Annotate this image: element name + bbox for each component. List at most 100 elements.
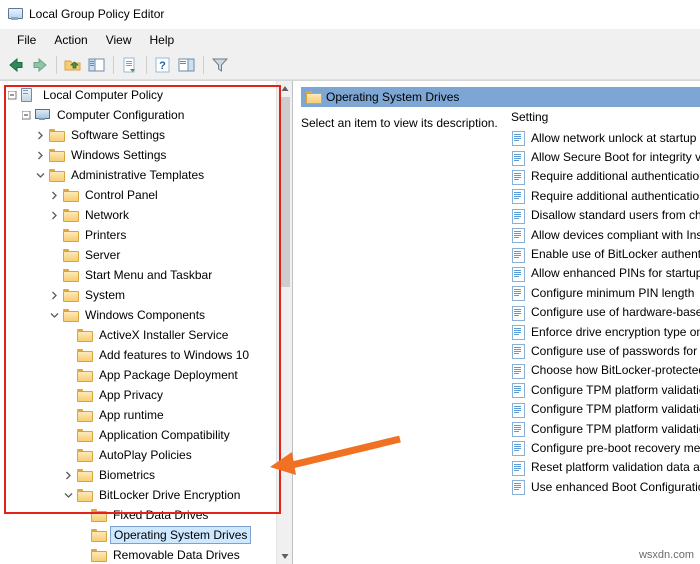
scroll-down-arrow[interactable] [277,549,292,564]
tree-item-autoplay-policies[interactable]: AutoPlay Policies [0,445,292,465]
collapse-icon[interactable] [60,487,76,503]
expand-icon[interactable] [60,467,76,483]
expand-icon[interactable] [32,127,48,143]
policy-setting-icon [511,285,525,302]
list-item[interactable]: Enable use of BitLocker authentic [507,244,700,263]
list-item[interactable]: Choose how BitLocker-protected [507,361,700,380]
scroll-up-arrow[interactable] [277,81,292,96]
tree-item-start-menu-and-taskbar[interactable]: Start Menu and Taskbar [0,265,292,285]
policy-setting-icon [511,188,525,205]
tree-item-system[interactable]: System [0,285,292,305]
toolbar-separator-1 [56,56,57,74]
menu-item-file[interactable]: File [8,31,45,50]
tree-item-label: Windows Components [85,308,206,322]
list-item[interactable]: Configure pre-boot recovery me [507,438,700,457]
collapse-icon[interactable] [46,307,62,323]
tree-item-removable-data-drives[interactable]: Removable Data Drives [0,545,292,564]
list-item[interactable]: Require additional authentication [507,186,700,205]
expand-icon[interactable] [32,147,48,163]
list-item[interactable]: Require additional authentication [507,167,700,186]
list-item[interactable]: Configure use of passwords for o [507,341,700,360]
tree-item-software-settings[interactable]: Software Settings [0,125,292,145]
filter-button[interactable] [208,53,232,77]
collapse-icon[interactable] [4,87,20,103]
list-item[interactable]: Configure TPM platform validatio [507,399,700,418]
list-item[interactable]: Configure minimum PIN length [507,283,700,302]
expand-icon[interactable] [46,287,62,303]
tree-item-app-runtime[interactable]: App runtime [0,405,292,425]
tree-item-printers[interactable]: Printers [0,225,292,245]
tree-item-windows-settings[interactable]: Windows Settings [0,145,292,165]
help-button[interactable]: ? [151,53,175,77]
list-item[interactable]: Enforce drive encryption type on [507,322,700,341]
export-list-button[interactable] [118,53,142,77]
setting-list[interactable]: Allow network unlock at startup Allow Se… [507,128,700,496]
show-hide-console-tree-button[interactable] [85,53,109,77]
list-item[interactable]: Allow Secure Boot for integrity va [507,147,700,166]
tree-item-windows-components[interactable]: Windows Components [0,305,292,325]
setting-label: Configure pre-boot recovery me [531,440,700,455]
tree-item-server[interactable]: Server [0,245,292,265]
watermark: wsxdn.com [638,549,694,561]
tree-vertical-scrollbar[interactable] [276,81,292,564]
folder-icon [62,307,80,323]
no-expander [60,367,76,383]
list-item[interactable]: Configure use of hardware-based [507,303,700,322]
tree-item-network[interactable]: Network [0,205,292,225]
tree-item-biometrics[interactable]: Biometrics [0,465,292,485]
list-item[interactable]: Configure TPM platform validatio [507,380,700,399]
menu-item-help[interactable]: Help [141,31,184,50]
collapse-icon[interactable] [32,167,48,183]
policy-setting-icon [511,402,525,418]
tree-item-application-compatibility[interactable]: Application Compatibility [0,425,292,445]
folder-icon [48,167,66,183]
tree-item-local-computer-policy[interactable]: Local Computer Policy [0,85,292,105]
policy-setting-icon [511,305,525,321]
no-expander [46,227,62,243]
setting-label: Allow devices compliant with Ins [531,227,700,242]
toolbar: ? [0,51,700,80]
tree-item-label: Start Menu and Taskbar [85,268,213,282]
setting-label: Enforce drive encryption type on [531,324,700,339]
tree-item-control-panel[interactable]: Control Panel [0,185,292,205]
expand-icon[interactable] [46,187,62,203]
tree-item-label: App Privacy [99,388,164,402]
menu-item-action[interactable]: Action [45,31,96,50]
tree-item-operating-system-drives[interactable]: Operating System Drives [0,525,292,545]
menu-item-view[interactable]: View [97,31,141,50]
list-item[interactable]: Allow enhanced PINs for startup [507,264,700,283]
tree-item-administrative-templates[interactable]: Administrative Templates [0,165,292,185]
list-item[interactable]: Allow network unlock at startup [507,128,700,147]
tree-item-label: Add features to Windows 10 [99,348,250,362]
console-tree-pane[interactable]: Local Computer Policy Computer Configura… [0,81,293,564]
folder-icon [76,367,94,383]
tree-item-computer-configuration[interactable]: Computer Configuration [0,105,292,125]
list-item[interactable]: Use enhanced Boot Configuratio [507,477,700,496]
list-item[interactable]: Reset platform validation data af [507,458,700,477]
tree-item-fixed-data-drives[interactable]: Fixed Data Drives [0,505,292,525]
tree-item-add-features-to-windows-10[interactable]: Add features to Windows 10 [0,345,292,365]
tree-scrollbar-thumb[interactable] [279,97,290,287]
tree-item-label: Local Computer Policy [43,88,164,102]
policy-tree[interactable]: Local Computer Policy Computer Configura… [0,81,292,564]
setting-list-column: Setting Allow network unlock at startup … [507,108,700,564]
back-button[interactable] [4,53,28,77]
list-item[interactable]: Disallow standard users from cha [507,206,700,225]
tree-item-label: App runtime [99,408,164,422]
list-item[interactable]: Allow devices compliant with Ins [507,225,700,244]
up-one-level-button[interactable] [61,53,85,77]
folder-icon [76,387,94,403]
forward-button[interactable] [28,53,52,77]
column-header-setting[interactable]: Setting [507,108,700,127]
collapse-icon[interactable] [18,107,34,123]
folder-icon [90,547,108,563]
expand-icon[interactable] [46,207,62,223]
tree-item-activex-installer-service[interactable]: ActiveX Installer Service [0,325,292,345]
tree-item-app-privacy[interactable]: App Privacy [0,385,292,405]
tree-item-bitlocker-drive-encryption[interactable]: BitLocker Drive Encryption [0,485,292,505]
list-item[interactable]: Configure TPM platform validatio [507,419,700,438]
no-expander [60,447,76,463]
no-expander [60,347,76,363]
tree-item-app-package-deployment[interactable]: App Package Deployment [0,365,292,385]
show-hide-action-pane-button[interactable] [175,53,199,77]
